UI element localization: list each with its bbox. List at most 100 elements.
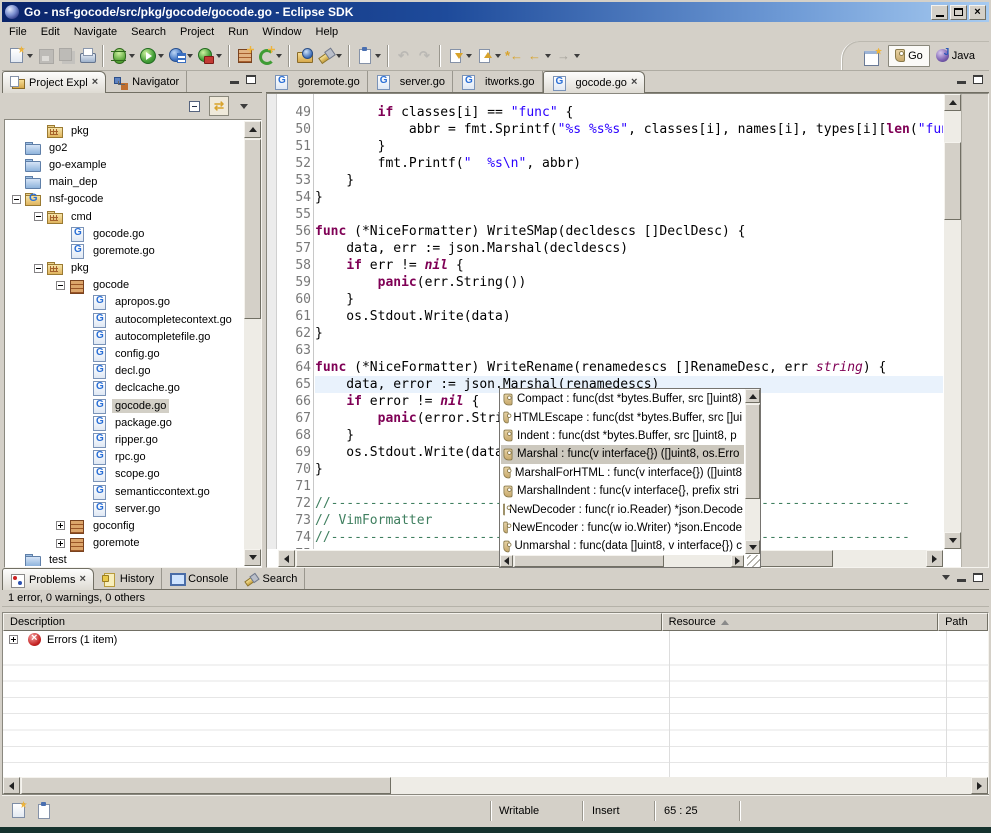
editor-tab-gocode-go[interactable]: Ggocode.go×	[543, 71, 646, 93]
completion-item-marshal[interactable]: Marshal : func(v interface{}) ([]uint8, …	[501, 445, 744, 463]
tree-item-pkg[interactable]: pkg	[6, 122, 243, 139]
problems-tab-console[interactable]: Console	[162, 568, 236, 589]
dropdown-arrow-icon[interactable]	[216, 54, 222, 58]
completion-item-newdecoder[interactable]: NewDecoder : func(r io.Reader) *json.Dec…	[501, 500, 744, 518]
code-line-49[interactable]: if classes[i] == "func" {	[315, 104, 943, 121]
dropdown-arrow-icon[interactable]	[545, 54, 551, 58]
link-with-editor-button[interactable]: ⇄	[209, 96, 229, 116]
code-line-50[interactable]: abbr = fmt.Sprintf("%s %s%s", classes[i]…	[315, 121, 943, 138]
dropdown-arrow-icon[interactable]	[129, 54, 135, 58]
collapse-icon[interactable]	[12, 195, 21, 204]
tree-item-server-go[interactable]: Gserver.go	[6, 500, 243, 517]
tree-item-scope-go[interactable]: Gscope.go	[6, 466, 243, 483]
code-line-64[interactable]: func (*NiceFormatter) WriteRename(rename…	[315, 359, 943, 376]
explorer-minimize-icon[interactable]	[230, 81, 239, 84]
ext-tools-button[interactable]	[195, 44, 224, 68]
tab-close-icon[interactable]: ×	[79, 575, 85, 584]
explorer-tab-navigator[interactable]: Navigator	[106, 71, 187, 92]
tree-item-autocompletefile-go[interactable]: Gautocompletefile.go	[6, 328, 243, 345]
problems-minimize-icon[interactable]	[957, 579, 966, 582]
statusbar-new-icon[interactable]	[10, 802, 27, 819]
tree-item-declcache-go[interactable]: Gdeclcache.go	[6, 380, 243, 397]
completion-item-unmarshal[interactable]: Unmarshal : func(data []uint8, v interfa…	[501, 537, 744, 554]
tree-scrollbar[interactable]	[244, 121, 261, 566]
popup-hscrollbar[interactable]	[500, 555, 744, 567]
menu-edit[interactable]: Edit	[34, 24, 67, 40]
column-header-resource[interactable]: Resource	[662, 613, 938, 631]
tree-item-nsf-gocode[interactable]: Gnsf-gocode	[6, 191, 243, 208]
tree-item-goremote[interactable]: goremote	[6, 535, 243, 552]
dropdown-arrow-icon[interactable]	[574, 54, 580, 58]
completion-item-newencoder[interactable]: NewEncoder : func(w io.Writer) *json.Enc…	[501, 519, 744, 537]
code-line-58[interactable]: if err != nil {	[315, 257, 943, 274]
problems-maximize-icon[interactable]	[973, 573, 983, 582]
ann-prev-button[interactable]	[474, 44, 503, 68]
print-button[interactable]	[77, 44, 98, 68]
close-button[interactable]: ×	[969, 5, 986, 20]
code-line-61[interactable]: os.Stdout.Write(data)	[315, 308, 943, 325]
tree-item-package-go[interactable]: Gpackage.go	[6, 414, 243, 431]
code-line-62[interactable]: }	[315, 325, 943, 342]
code-line-52[interactable]: fmt.Printf(" %s\n", abbr)	[315, 155, 943, 172]
menu-help[interactable]: Help	[309, 24, 346, 40]
menu-run[interactable]: Run	[221, 24, 255, 40]
expand-errors-icon[interactable]	[9, 635, 18, 644]
tree-item-decl-go[interactable]: Gdecl.go	[6, 363, 243, 380]
tab-close-icon[interactable]: ×	[631, 78, 637, 87]
expand-icon[interactable]	[56, 521, 65, 530]
tree-item-goremote-go[interactable]: Ggoremote.go	[6, 242, 243, 259]
popup-vscrollbar[interactable]	[745, 389, 760, 554]
editor-minimize-icon[interactable]	[957, 81, 966, 84]
tree-item-cmd[interactable]: cmd	[6, 208, 243, 225]
problems-tab-search[interactable]: Search	[237, 568, 306, 589]
collapse-icon[interactable]	[56, 281, 65, 290]
explorer-maximize-icon[interactable]	[246, 75, 256, 84]
expand-icon[interactable]	[56, 539, 65, 548]
tree-item-autocompletecontext-go[interactable]: Gautocompletecontext.go	[6, 311, 243, 328]
dropdown-arrow-icon[interactable]	[495, 54, 501, 58]
open-perspective-icon[interactable]	[864, 48, 882, 64]
completion-item-marshalindent[interactable]: MarshalIndent : func(v interface{}, pref…	[501, 482, 744, 500]
explorer-tab-project-expl[interactable]: Project Expl×	[2, 71, 106, 93]
run-button[interactable]	[137, 44, 166, 68]
problems-tab-history[interactable]: History	[94, 568, 162, 589]
errors-group-row[interactable]: Errors (1 item)	[3, 631, 988, 648]
tab-close-icon[interactable]: ×	[92, 78, 98, 87]
code-line-57[interactable]: data, err := json.Marshal(decldescs)	[315, 240, 943, 257]
dropdown-arrow-icon[interactable]	[27, 54, 33, 58]
go-build-button[interactable]	[255, 44, 284, 68]
problems-tab-problems[interactable]: Problems×	[2, 568, 94, 590]
code-line-60[interactable]: }	[315, 291, 943, 308]
menu-window[interactable]: Window	[255, 24, 308, 40]
column-header-path[interactable]: Path	[938, 613, 988, 631]
editor-tab-itworks-go[interactable]: Gitworks.go	[453, 71, 543, 92]
code-line-54[interactable]: }	[315, 189, 943, 206]
code-line-55[interactable]	[315, 206, 943, 223]
dropdown-arrow-icon[interactable]	[375, 54, 381, 58]
go-grid-button[interactable]	[234, 44, 255, 68]
dropdown-arrow-icon[interactable]	[336, 54, 342, 58]
tree-item-ripper-go[interactable]: Gripper.go	[6, 431, 243, 448]
completion-item-compact[interactable]: Compact : func(dst *bytes.Buffer, src []…	[501, 390, 744, 408]
menu-project[interactable]: Project	[173, 24, 221, 40]
tree-item-semanticcontext-go[interactable]: Gsemanticcontext.go	[6, 483, 243, 500]
tree-item-apropos-go[interactable]: Gapropos.go	[6, 294, 243, 311]
code-line-63[interactable]	[315, 342, 943, 359]
menu-file[interactable]: File	[2, 24, 34, 40]
debug-button[interactable]	[108, 44, 137, 68]
menu-navigate[interactable]: Navigate	[67, 24, 124, 40]
tree-item-go-example[interactable]: go-example	[6, 156, 243, 173]
dropdown-arrow-icon[interactable]	[187, 54, 193, 58]
editor-maximize-icon[interactable]	[973, 75, 983, 84]
dropdown-arrow-icon[interactable]	[466, 54, 472, 58]
ann-next-button[interactable]	[445, 44, 474, 68]
dropdown-arrow-icon[interactable]	[276, 54, 282, 58]
editor-tab-server-go[interactable]: Gserver.go	[368, 71, 453, 92]
code-line-51[interactable]: }	[315, 138, 943, 155]
forward-button[interactable]: →	[553, 44, 582, 68]
problems-menu-icon[interactable]	[942, 575, 950, 580]
open-resource-button[interactable]	[294, 44, 315, 68]
code-line-53[interactable]: }	[315, 172, 943, 189]
perspective-java[interactable]: Java	[930, 45, 981, 67]
dropdown-arrow-icon[interactable]	[158, 54, 164, 58]
